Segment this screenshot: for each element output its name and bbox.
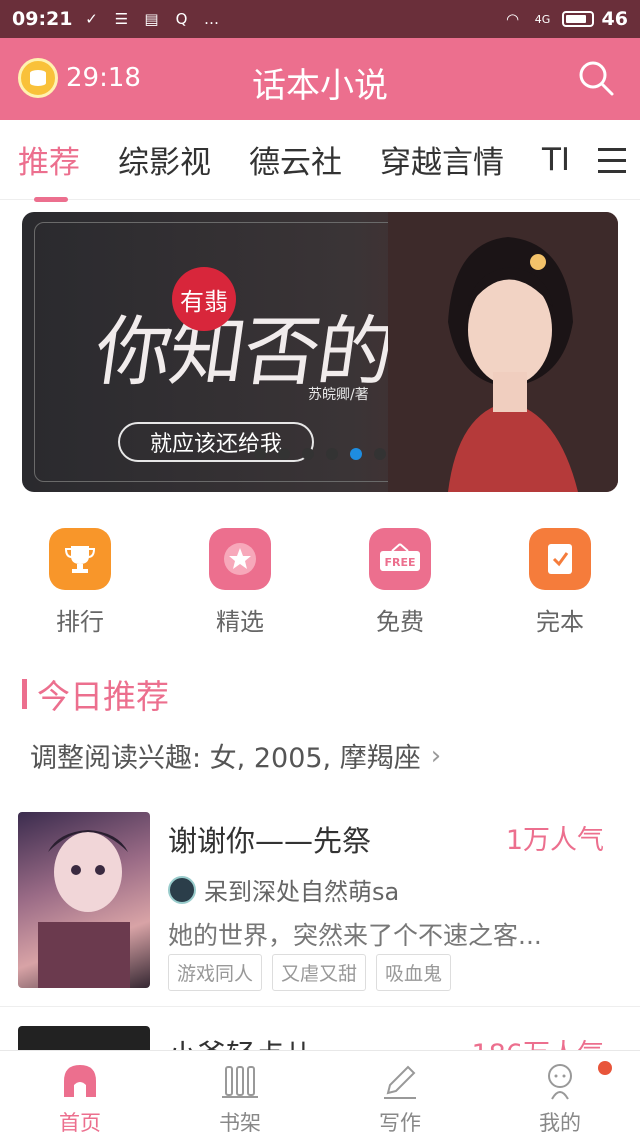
- q-icon: Q: [175, 10, 188, 28]
- timer-value: 29:18: [66, 63, 141, 93]
- banner-author: 苏皖卿/著: [308, 387, 369, 403]
- bookshelf-icon: [222, 1066, 258, 1098]
- tab-deyunshe[interactable]: 德云社: [249, 137, 342, 182]
- search-icon[interactable]: [576, 58, 616, 98]
- nav-label: 我的: [539, 1111, 581, 1135]
- quick-link-label: 完本: [536, 608, 584, 636]
- tab-film-tv[interactable]: 综影视: [118, 137, 211, 182]
- quick-link-featured[interactable]: 精选: [160, 528, 320, 638]
- book-item[interactable]: 谢谢你——先祭 1万人气 呆到深处自然萌sa 她的世界，突然来了个不速之客...…: [0, 812, 640, 1002]
- menu-icon[interactable]: [594, 140, 630, 180]
- carousel-dot-active[interactable]: [350, 448, 362, 460]
- carousel-dots: [254, 448, 386, 460]
- carousel-dot[interactable]: [374, 448, 386, 460]
- quick-link-label: 精选: [216, 608, 264, 636]
- banner-carousel[interactable]: 你知否的 有翡 苏皖卿/著 就应该还给我: [22, 212, 618, 492]
- nav-home[interactable]: 首页: [0, 1051, 160, 1138]
- adjust-interest-link[interactable]: 调整阅读兴趣: 女, 2005, 摩羯座 ›: [30, 736, 441, 775]
- section-header: 今日推荐: [22, 670, 169, 718]
- avatar: [168, 875, 196, 904]
- section-title: 今日推荐: [37, 677, 169, 716]
- app-header: 话本小说 29:18: [0, 38, 640, 120]
- carousel-dot[interactable]: [254, 448, 266, 460]
- notification-dot: [598, 1061, 612, 1075]
- bottom-nav: 首页 书架 写作 我的: [0, 1050, 640, 1138]
- banner-badge: 有翡: [172, 267, 236, 331]
- quick-link-label: 排行: [56, 608, 104, 636]
- banner-character-image: [388, 212, 618, 492]
- nav-label: 书架: [219, 1111, 261, 1135]
- news-icon: ▤: [144, 10, 159, 28]
- book-popularity: 1万人气: [505, 825, 604, 856]
- nav-bookshelf[interactable]: 书架: [160, 1051, 320, 1138]
- svg-text:FREE: FREE: [384, 556, 415, 569]
- battery-level: 46: [601, 8, 628, 30]
- status-right: ◠ 4G 46: [502, 8, 628, 30]
- carousel-dot[interactable]: [326, 448, 338, 460]
- book-tag[interactable]: 游戏同人: [168, 954, 263, 991]
- status-left: 09:21 ✓ ☰ ▤ Q …: [12, 8, 222, 30]
- book-cover-image: [18, 812, 150, 988]
- pen-icon: [384, 1065, 416, 1099]
- category-tabs: 推荐 综影视 德云社 穿越言情 TI: [0, 120, 640, 202]
- carousel-dot[interactable]: [302, 448, 314, 460]
- profile-icon: [548, 1064, 572, 1100]
- divider: [0, 1006, 640, 1007]
- quick-links: 排行 精选 FREE 免费 完本: [0, 528, 640, 638]
- book-description: 她的世界，突然来了个不速之客...: [168, 921, 542, 950]
- interest-text: 调整阅读兴趣: 女, 2005, 摩羯座: [30, 743, 421, 774]
- nav-label: 首页: [59, 1111, 101, 1135]
- check-circle-icon: ✓: [85, 10, 98, 28]
- quick-link-rank[interactable]: 排行: [0, 528, 160, 638]
- book-tags: 游戏同人 又虐又甜 吸血鬼: [168, 954, 452, 991]
- more-icon: …: [203, 10, 219, 28]
- tab-tf[interactable]: TI: [542, 142, 570, 178]
- nav-label: 写作: [379, 1111, 421, 1135]
- book-tag[interactable]: 又虐又甜: [272, 954, 367, 991]
- nav-write[interactable]: 写作: [320, 1051, 480, 1138]
- message-icon: ☰: [114, 10, 129, 28]
- book-author: 呆到深处自然萌sa: [168, 872, 399, 907]
- check-icon: [529, 528, 591, 590]
- home-icon: [64, 1065, 96, 1097]
- coin-timer-icon: [18, 58, 58, 98]
- nav-profile[interactable]: 我的: [480, 1051, 640, 1138]
- section-marker: [22, 679, 27, 709]
- book-title: 谢谢你——先祭: [168, 824, 372, 858]
- quick-link-free[interactable]: FREE 免费: [320, 528, 480, 638]
- tab-recommend[interactable]: 推荐: [18, 137, 80, 202]
- star-icon: [209, 528, 271, 590]
- quick-link-complete[interactable]: 完本: [480, 528, 640, 638]
- status-time: 09:21: [12, 8, 73, 30]
- reading-timer[interactable]: 29:18: [18, 58, 141, 98]
- quick-link-label: 免费: [376, 608, 424, 636]
- trophy-icon: [49, 528, 111, 590]
- chevron-right-icon: ›: [430, 740, 442, 771]
- status-bar: 09:21 ✓ ☰ ▤ Q … ◠ 4G 46: [0, 0, 640, 38]
- signal-icon: 4G: [534, 12, 551, 26]
- wifi-icon: ◠: [506, 10, 520, 28]
- battery-icon: [561, 11, 594, 27]
- free-icon: FREE: [369, 528, 431, 590]
- author-name: 呆到深处自然萌sa: [204, 878, 400, 906]
- book-tag[interactable]: 吸血鬼: [376, 954, 452, 991]
- tab-romance[interactable]: 穿越言情: [380, 137, 504, 182]
- carousel-dot[interactable]: [278, 448, 290, 460]
